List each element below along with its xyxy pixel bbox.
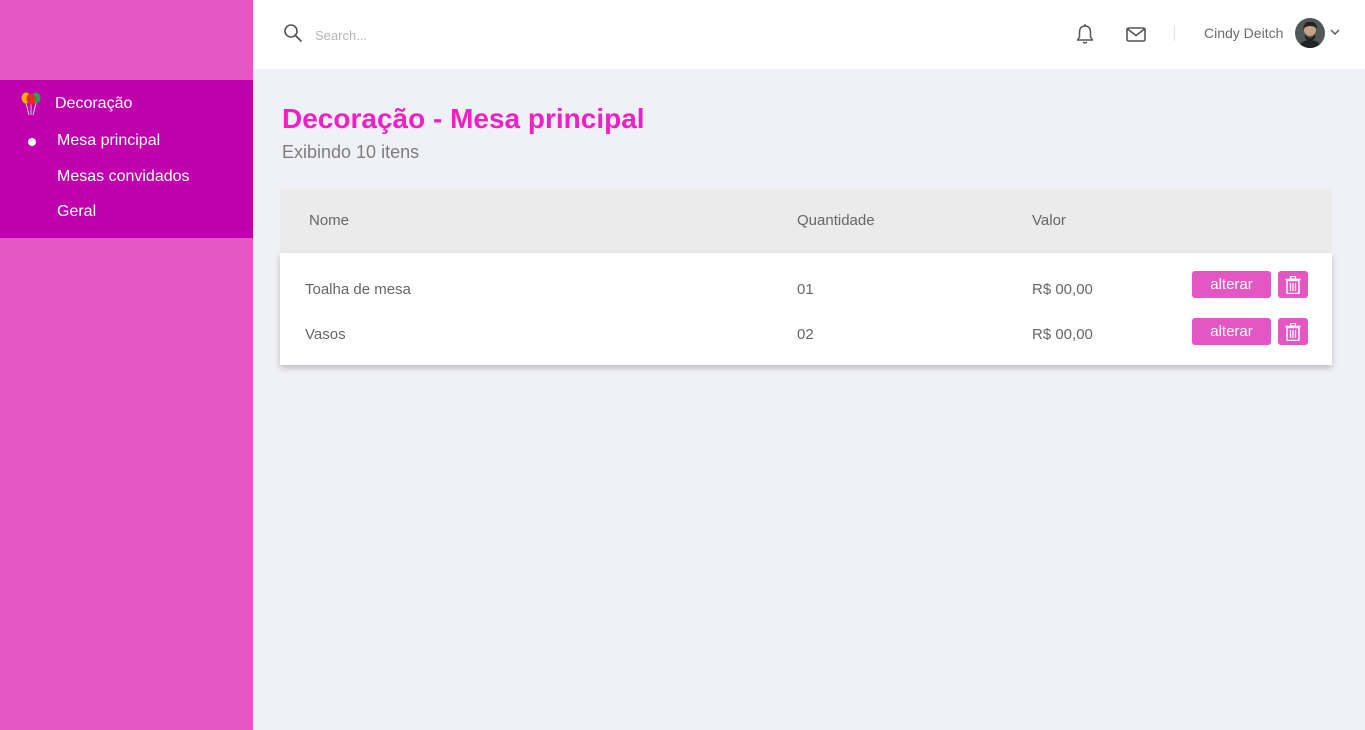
sidebar-item-label: Geral <box>57 203 97 220</box>
sidebar-item-mesas-convidados[interactable]: Mesas convidados <box>57 168 190 186</box>
edit-button[interactable]: alterar <box>1192 271 1271 298</box>
column-header-quantidade: Quantidade <box>797 212 875 229</box>
column-header-valor: Valor <box>1032 212 1066 229</box>
cell-valor: R$ 00,00 <box>1032 281 1093 298</box>
chevron-down-icon[interactable] <box>1329 27 1341 37</box>
cell-quantidade: 02 <box>797 326 814 343</box>
search-input[interactable] <box>315 24 615 46</box>
page-title-category: Decoração <box>282 103 426 134</box>
page-title: Decoração - Mesa principal <box>282 103 645 135</box>
sidebar-item-label: Mesas convidados <box>57 168 190 185</box>
cell-valor: R$ 00,00 <box>1032 326 1093 343</box>
sidebar-item-label: Mesa principal <box>57 132 161 149</box>
active-dot <box>28 138 36 146</box>
sidebar-menu: Decoração Mesa principal Mesas convidado… <box>0 80 253 238</box>
trash-icon <box>1285 275 1301 294</box>
top-bar: Cindy Deitch <box>253 0 1365 69</box>
trash-icon <box>1285 322 1301 341</box>
bell-icon[interactable] <box>1075 23 1095 45</box>
search-icon[interactable] <box>283 23 303 43</box>
page-title-separator: - <box>425 103 451 134</box>
user-name[interactable]: Cindy Deitch <box>1204 25 1283 41</box>
cell-nome: Vasos <box>305 326 346 343</box>
cell-nome: Toalha de mesa <box>305 281 411 298</box>
page-title-section: Mesa principal <box>450 103 645 134</box>
sidebar-item-geral[interactable]: Geral <box>57 203 96 221</box>
header-divider <box>1174 25 1175 41</box>
delete-button[interactable] <box>1278 271 1308 298</box>
delete-button[interactable] <box>1278 318 1308 345</box>
column-header-nome: Nome <box>309 212 350 229</box>
sidebar: Decoração Mesa principal Mesas convidado… <box>0 0 253 730</box>
sidebar-item-mesa-principal[interactable]: Mesa principal <box>28 132 161 150</box>
mail-icon[interactable] <box>1125 24 1147 44</box>
table-body: Toalha de mesa 01 R$ 00,00 alterar Vasos… <box>280 253 1332 365</box>
table-row: Toalha de mesa 01 R$ 00,00 alterar <box>280 271 1332 307</box>
page-subtitle: Exibindo 10 itens <box>282 142 420 162</box>
cell-quantidade: 01 <box>797 281 814 298</box>
edit-button[interactable]: alterar <box>1192 318 1271 345</box>
table-header: Nome Quantidade Valor <box>280 189 1332 253</box>
balloons-icon <box>21 92 41 116</box>
table-row: Vasos 02 R$ 00,00 alterar <box>280 318 1332 354</box>
menu-header-label: Decoração <box>55 95 133 112</box>
avatar[interactable] <box>1295 18 1325 48</box>
menu-header-decoracao[interactable]: Decoração <box>20 92 132 116</box>
